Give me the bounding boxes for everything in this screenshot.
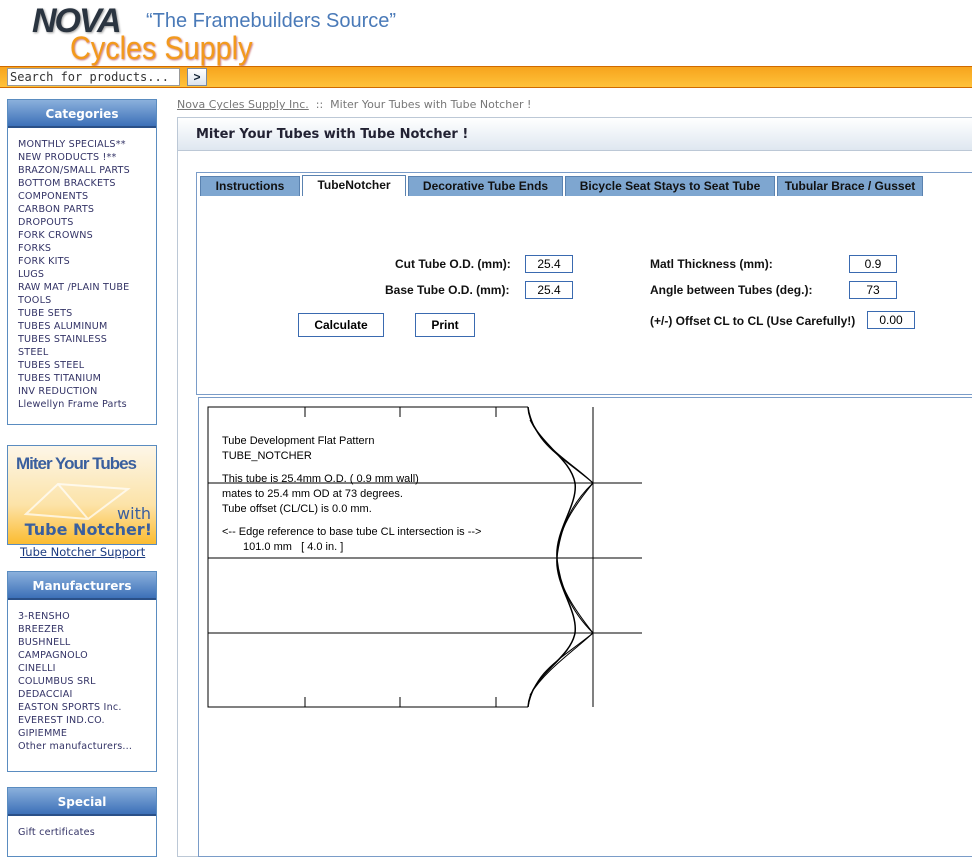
category-link[interactable]: Llewellyn Frame Parts <box>18 398 156 411</box>
category-link[interactable]: FORK CROWNS <box>18 229 156 242</box>
manufacturer-link[interactable]: EVEREST IND.CO. <box>18 714 156 727</box>
category-link[interactable]: BOTTOM BRACKETS <box>18 177 156 190</box>
breadcrumb-home-link[interactable]: Nova Cycles Supply Inc. <box>177 98 309 111</box>
thickness-label: Matl Thickness (mm): <box>650 257 773 271</box>
logo-cycles-supply[interactable]: Cycles Supply <box>70 30 252 67</box>
manufacturer-link[interactable]: CINELLI <box>18 662 156 675</box>
category-link[interactable]: TOOLS <box>18 294 156 307</box>
breadcrumb-current: Miter Your Tubes with Tube Notcher ! <box>330 98 532 111</box>
category-link[interactable]: LUGS <box>18 268 156 281</box>
tube-notcher-banner[interactable]: Miter Your Tubes with Tube Notcher! <box>7 445 157 545</box>
page-title: Miter Your Tubes with Tube Notcher ! <box>178 118 972 151</box>
categories-title: Categories <box>8 100 156 128</box>
categories-list: MONTHLY SPECIALS** NEW PRODUCTS !** BRAZON… <box>8 128 156 411</box>
manufacturers-list: 3-RENSHO BREEZER BUSHNELL CAMPAGNOLO CINELLI… <box>8 600 156 753</box>
category-link[interactable]: BRAZON/SMALL PARTS <box>18 164 156 177</box>
special-list: Gift certificates <box>8 816 156 839</box>
manufacturer-link[interactable]: BUSHNELL <box>18 636 156 649</box>
search-input[interactable]: Search for products... <box>7 68 180 86</box>
banner-line1: Miter Your Tubes <box>16 454 137 473</box>
drawing-panel <box>198 397 972 857</box>
category-link[interactable]: MONTHLY SPECIALS** <box>18 138 156 151</box>
category-link[interactable]: RAW MAT /PLAIN TUBE <box>18 281 156 294</box>
special-title: Special <box>8 788 156 816</box>
angle-label: Angle between Tubes (deg.): <box>650 283 813 297</box>
manufacturer-link[interactable]: CAMPAGNOLO <box>18 649 156 662</box>
category-link[interactable]: TUBES ALUMINUM <box>18 320 156 333</box>
cut-od-label: Cut Tube O.D. (mm): <box>395 257 511 271</box>
thickness-input[interactable]: 0.9 <box>849 255 897 273</box>
manufacturer-link[interactable]: Other manufacturers... <box>18 740 156 753</box>
cut-od-input[interactable]: 25.4 <box>525 255 573 273</box>
base-od-label: Base Tube O.D. (mm): <box>385 283 510 297</box>
offset-label: (+/-) Offset CL to CL (Use Carefully!) <box>650 314 856 328</box>
category-link[interactable]: TUBES STEEL <box>18 359 156 372</box>
category-link[interactable]: TUBE SETS <box>18 307 156 320</box>
tab-tubular-brace-gusset[interactable]: Tubular Brace / Gusset <box>777 176 923 196</box>
category-link[interactable]: DROPOUTS <box>18 216 156 229</box>
special-link[interactable]: Gift certificates <box>18 826 156 839</box>
print-button[interactable]: Print <box>415 313 475 337</box>
search-go-button[interactable]: > <box>187 68 207 86</box>
category-link[interactable]: INV REDUCTION <box>18 385 156 398</box>
breadcrumb: Nova Cycles Supply Inc. :: Miter Your Tu… <box>177 98 531 111</box>
angle-input[interactable]: 73 <box>849 281 897 299</box>
breadcrumb-separator: :: <box>315 98 324 111</box>
manufacturer-link[interactable]: COLUMBUS SRL <box>18 675 156 688</box>
tab-bicycle-seat-stays-to-seat-tube[interactable]: Bicycle Seat Stays to Seat Tube <box>565 176 775 196</box>
manufacturers-title: Manufacturers <box>8 572 156 600</box>
manufacturer-link[interactable]: EASTON SPORTS Inc. <box>18 701 156 714</box>
category-link[interactable]: CARBON PARTS <box>18 203 156 216</box>
base-od-input[interactable]: 25.4 <box>525 281 573 299</box>
tagline: “The Framebuilders Source” <box>146 10 397 32</box>
manufacturer-link[interactable]: GIPIEMME <box>18 727 156 740</box>
category-link[interactable]: FORKS <box>18 242 156 255</box>
tube-notcher-support-link[interactable]: Tube Notcher Support <box>20 545 145 559</box>
special-box: Special Gift certificates <box>7 787 157 857</box>
manufacturer-link[interactable]: DEDACCIAI <box>18 688 156 701</box>
category-link[interactable]: TUBES STAINLESS <box>18 333 156 346</box>
calculate-button[interactable]: Calculate <box>298 313 384 337</box>
category-link[interactable]: NEW PRODUCTS !** <box>18 151 156 164</box>
manufacturer-link[interactable]: 3-RENSHO <box>18 610 156 623</box>
category-link[interactable]: STEEL <box>18 346 156 359</box>
banner-line3: Tube Notcher! <box>24 520 152 539</box>
tab-decorative-tube-ends[interactable]: Decorative Tube Ends <box>408 176 563 196</box>
categories-box: Categories MONTHLY SPECIALS** NEW PRODUCT… <box>7 99 157 425</box>
manufacturers-box: Manufacturers 3-RENSHO BREEZER BUSHNELL CAM… <box>7 571 157 772</box>
tab-tubenotcher[interactable]: TubeNotcher <box>302 175 406 196</box>
tab-instructions[interactable]: Instructions <box>200 176 300 196</box>
category-link[interactable]: COMPONENTS <box>18 190 156 203</box>
offset-input[interactable]: 0.00 <box>867 311 915 329</box>
manufacturer-link[interactable]: BREEZER <box>18 623 156 636</box>
category-link[interactable]: TUBES TITANIUM <box>18 372 156 385</box>
category-link[interactable]: FORK KITS <box>18 255 156 268</box>
